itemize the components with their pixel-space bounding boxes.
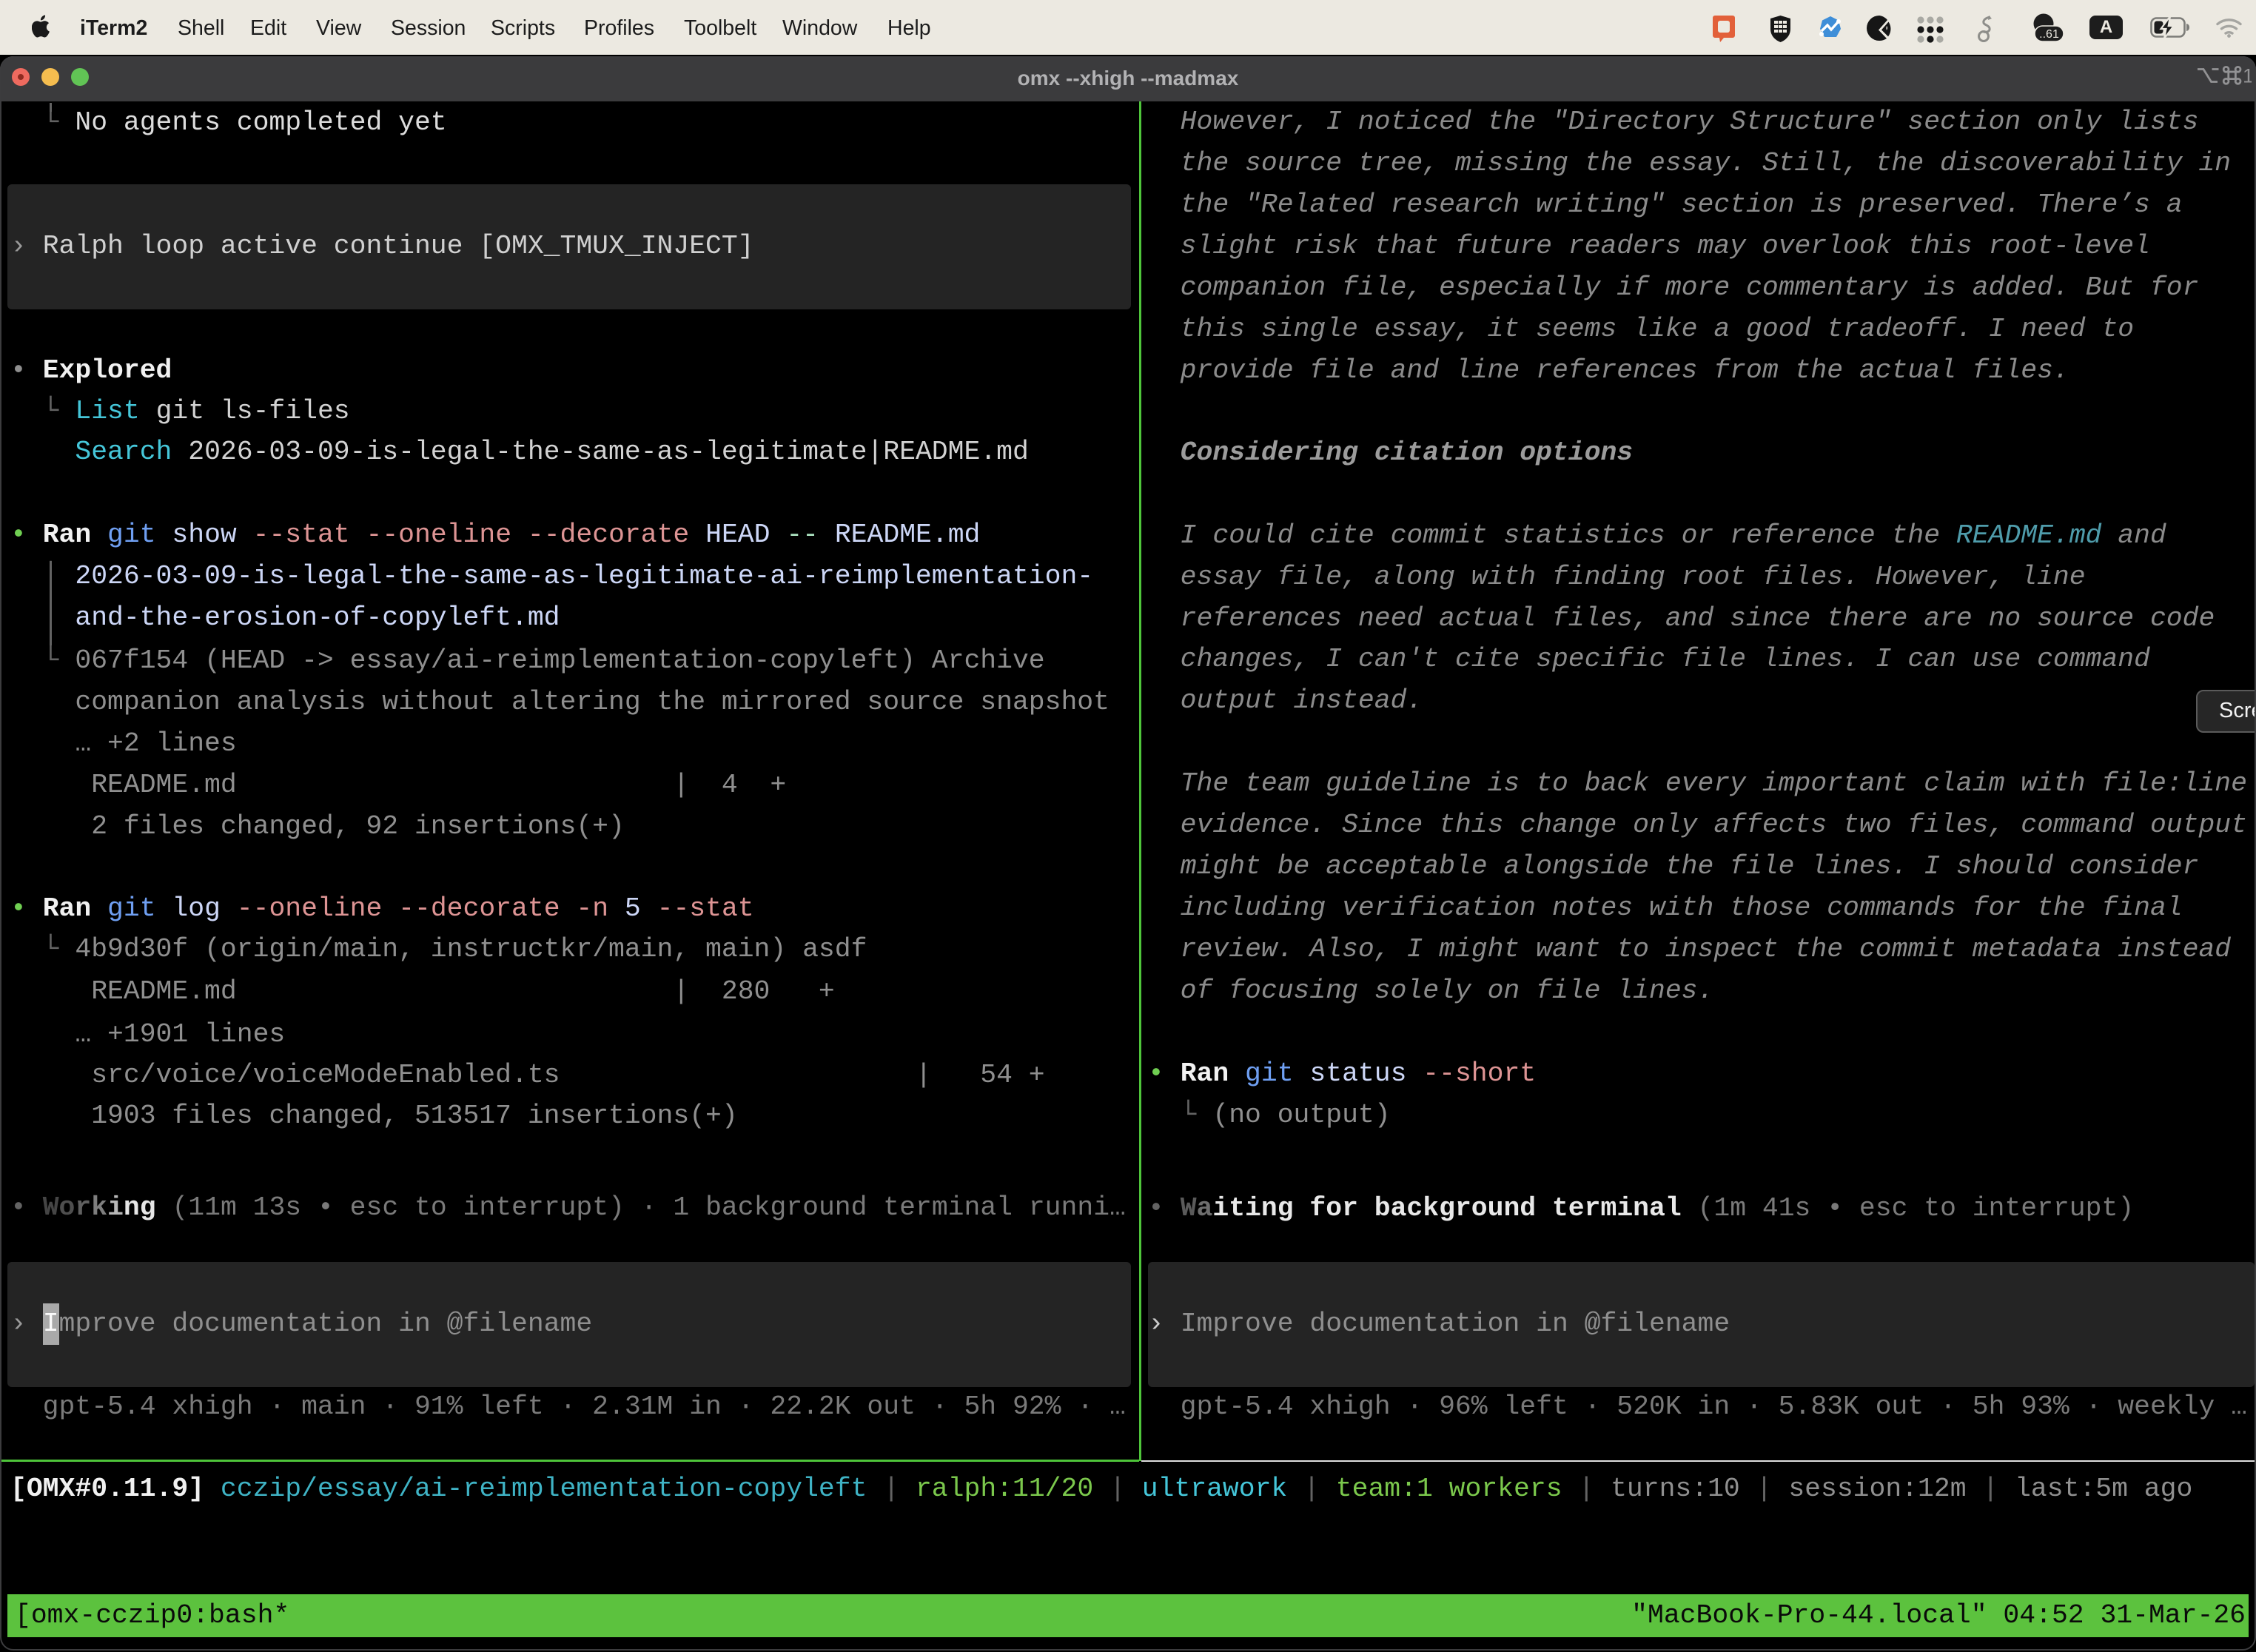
svg-text:1: 1 (2243, 65, 2252, 87)
svg-text:..61: ..61 (2039, 28, 2059, 41)
